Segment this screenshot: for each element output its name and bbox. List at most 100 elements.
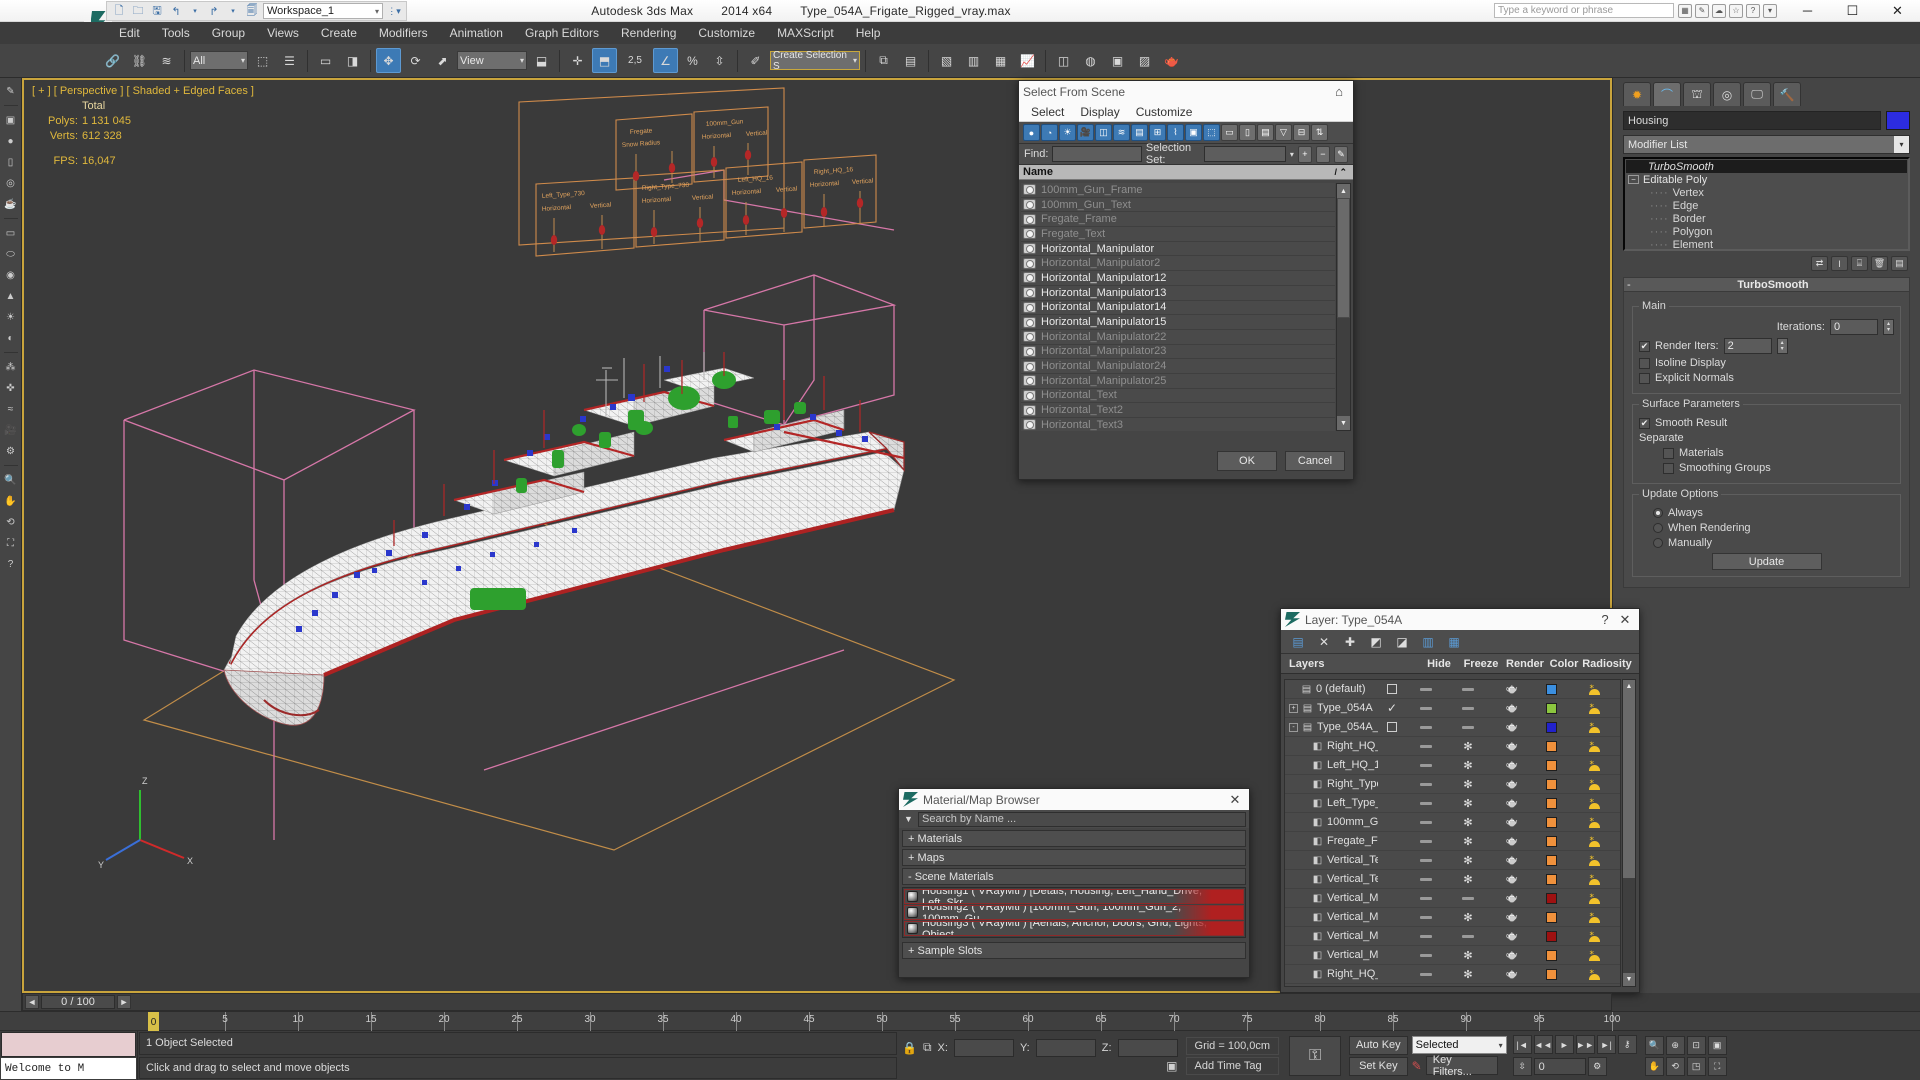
menu-item-create[interactable]: Create: [310, 23, 368, 43]
layer-hide-cell[interactable]: [1406, 763, 1446, 767]
layer-render-cell[interactable]: 🫖: [1490, 969, 1534, 980]
layer-row[interactable]: ◧ Left_HQ_16_Fr ✻🫖: [1285, 756, 1620, 775]
color-swatch[interactable]: [1545, 892, 1557, 904]
paint-selection-icon[interactable]: ✎: [2, 82, 20, 100]
layer-hide-cell[interactable]: [1406, 820, 1446, 824]
layer-hide-cell[interactable]: [1406, 972, 1446, 976]
menu-item-tools[interactable]: Tools: [151, 23, 201, 43]
layer-radiosity-cell[interactable]: [1568, 775, 1620, 790]
layer-radiosity-cell[interactable]: [1568, 794, 1620, 809]
menu-item-group[interactable]: Group: [201, 23, 256, 43]
collapse-icon[interactable]: -: [1627, 279, 1637, 291]
list-scrollbar[interactable]: ▲ ▼: [1336, 183, 1351, 431]
explicit-normals-checkbox[interactable]: [1639, 372, 1650, 384]
list-item[interactable]: Housing3 ( VRayMtl ) [Aerials, Anchor, D…: [904, 921, 1244, 936]
group-materials[interactable]: + Materials: [902, 830, 1246, 847]
sphere-primitive-icon[interactable]: ●: [2, 132, 20, 150]
menu-item-rendering[interactable]: Rendering: [610, 23, 687, 43]
render-setup-icon[interactable]: ▣: [1105, 48, 1130, 73]
list-column-header[interactable]: Name / ⌃: [1019, 165, 1353, 180]
update-when-rendering-radio[interactable]: [1653, 523, 1663, 533]
iterations-spinner[interactable]: ▴ ▾: [1883, 319, 1894, 335]
schematic-view-icon[interactable]: ◫: [1051, 48, 1076, 73]
layer-color-cell[interactable]: [1534, 797, 1568, 809]
update-button[interactable]: Update: [1711, 553, 1822, 570]
scroll-up-icon[interactable]: ▲: [1623, 680, 1635, 693]
layer-color-cell[interactable]: [1534, 740, 1568, 752]
open-file-icon[interactable]: 🗀: [130, 3, 146, 19]
layer-row[interactable]: ◧ 100mm_Gun_Fr ✻🫖: [1285, 813, 1620, 832]
layer-color-cell[interactable]: [1534, 930, 1568, 942]
group-maps[interactable]: + Maps: [902, 849, 1246, 866]
display-helpers-icon[interactable]: ◫: [1095, 124, 1112, 141]
stack-subobject-edge[interactable]: Edge: [1626, 199, 1907, 212]
motion-tab[interactable]: ◎: [1713, 82, 1741, 106]
select-from-scene-dialog[interactable]: Select From Scene ⌂ Select Display Custo…: [1018, 80, 1354, 480]
layer-hide-cell[interactable]: [1406, 858, 1446, 862]
systems-icon[interactable]: ⚙: [2, 442, 20, 460]
color-swatch[interactable]: [1545, 702, 1557, 714]
cloud-icon[interactable]: ☁: [1712, 3, 1726, 18]
modify-tab[interactable]: ⌒: [1653, 82, 1681, 106]
layer-color-cell[interactable]: [1534, 873, 1568, 885]
list-item[interactable]: Horizontal_Manipulator23: [1021, 345, 1335, 360]
layer-hide-cell[interactable]: [1406, 725, 1446, 729]
layer-radiosity-cell[interactable]: [1568, 889, 1620, 904]
maximize-viewport-icon[interactable]: ⛶: [2, 534, 20, 552]
checkbox-icon[interactable]: [1387, 684, 1397, 694]
layer-render-cell[interactable]: 🫖: [1490, 931, 1534, 942]
scroll-down-icon[interactable]: ▼: [1623, 973, 1635, 986]
list-item[interactable]: Horizontal_Manipulator22: [1021, 330, 1335, 345]
layer-render-cell[interactable]: 🫖: [1490, 950, 1534, 961]
display-geometry-icon[interactable]: ●: [1023, 124, 1040, 141]
layer-freeze-cell[interactable]: [1446, 934, 1490, 938]
color-swatch[interactable]: [1545, 740, 1557, 752]
object-color-swatch[interactable]: [1886, 111, 1910, 130]
layer-freeze-cell[interactable]: ✻: [1446, 797, 1490, 810]
previous-frame-icon[interactable]: ◄◄: [1533, 1035, 1553, 1054]
add-selection-set-icon[interactable]: +: [1297, 145, 1312, 163]
scroll-down-icon[interactable]: ▼: [1337, 416, 1350, 430]
color-swatch[interactable]: [1545, 854, 1557, 866]
selection-filter-combo[interactable]: All ▾: [190, 51, 248, 70]
stack-item-turbosmooth[interactable]: TurboSmooth: [1626, 160, 1907, 173]
layer-radiosity-cell[interactable]: [1568, 908, 1620, 923]
layer-hide-cell[interactable]: [1406, 839, 1446, 843]
y-field[interactable]: [1035, 1038, 1096, 1057]
display-invert-icon[interactable]: ▯: [1239, 124, 1256, 141]
material-editor-icon[interactable]: ◍: [1078, 48, 1103, 73]
rectangular-selection-region-icon[interactable]: ▭: [313, 48, 338, 73]
angle-snap-value[interactable]: 2,5: [619, 48, 651, 73]
color-swatch[interactable]: [1545, 759, 1557, 771]
next-frame-button[interactable]: ►: [117, 995, 131, 1009]
go-to-end-icon[interactable]: ►|: [1596, 1035, 1616, 1054]
list-item[interactable]: Horizontal_Manipulator12: [1021, 271, 1335, 286]
named-selection-sets-combo[interactable]: Create Selection S ▾: [770, 50, 860, 72]
layer-current-cell[interactable]: [1378, 684, 1406, 694]
hierarchy-tab[interactable]: ⛫: [1683, 82, 1711, 106]
layer-row[interactable]: ◧ Vertical_Manipu 🫖: [1285, 889, 1620, 908]
close-button[interactable]: ✕: [1875, 0, 1920, 22]
omni-light-icon[interactable]: ☀: [2, 308, 20, 326]
layer-color-cell[interactable]: [1534, 892, 1568, 904]
snaps-toggle-icon[interactable]: ✛: [565, 48, 590, 73]
curve-editor-icon[interactable]: 📈: [1015, 48, 1040, 73]
collapse-icon[interactable]: −: [1628, 175, 1639, 184]
wrench-icon[interactable]: ✎: [1695, 3, 1709, 18]
find-input[interactable]: [1052, 146, 1142, 162]
close-icon[interactable]: ✕: [1615, 612, 1635, 628]
layer-color-cell[interactable]: [1534, 816, 1568, 828]
layer-row[interactable]: ◧ Right_Type_730 ✻🫖: [1285, 775, 1620, 794]
menu-item-animation[interactable]: Animation: [439, 23, 514, 43]
help-icon[interactable]: ?: [1746, 3, 1760, 18]
target-light-icon[interactable]: ◐: [2, 329, 20, 347]
update-always-radio[interactable]: [1653, 508, 1663, 518]
color-swatch[interactable]: [1545, 683, 1557, 695]
teapot-primitive-icon[interactable]: ☕: [2, 195, 20, 213]
menu-item-views[interactable]: Views: [256, 23, 310, 43]
layer-render-cell[interactable]: 🫖: [1490, 893, 1534, 904]
layer-render-cell[interactable]: 🫖: [1490, 798, 1534, 809]
layer-color-cell[interactable]: [1534, 702, 1568, 714]
x-field[interactable]: [953, 1038, 1014, 1057]
layer-freeze-cell[interactable]: ✻: [1446, 987, 1490, 988]
